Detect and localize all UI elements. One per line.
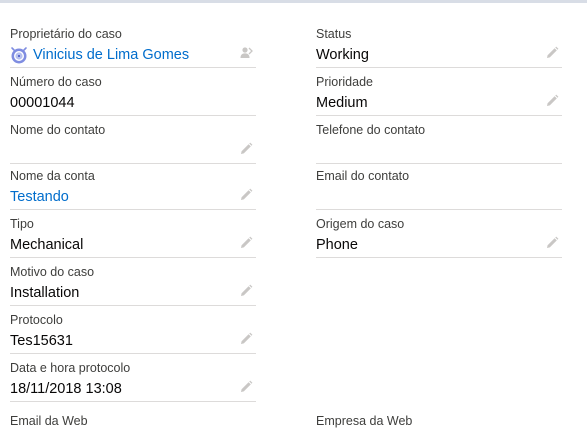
field-label: Email do contato: [316, 169, 410, 183]
type-value: Mechanical: [10, 237, 84, 253]
pencil-icon[interactable]: [239, 188, 253, 202]
protocol-datetime-value: 18/11/2018 13:08: [10, 381, 122, 397]
field-protocol: Protocolo Tes15631: [10, 306, 256, 354]
field-label: Status: [316, 27, 352, 41]
field-label: Prioridade: [316, 75, 373, 89]
field-label: Protocolo: [10, 313, 63, 327]
user-avatar-icon: [11, 47, 27, 64]
pencil-icon[interactable]: [239, 284, 253, 298]
case-number-value: 00001044: [10, 95, 75, 111]
field-label: Motivo do caso: [10, 265, 95, 279]
pencil-icon[interactable]: [239, 332, 253, 346]
field-contact-name: Nome do contato: [10, 116, 256, 164]
field-case-owner: Proprietário do caso Vinicius de Lima Go…: [10, 20, 256, 68]
field-status: Status Working: [316, 20, 562, 68]
pencil-icon[interactable]: [545, 236, 559, 250]
header-border: [0, 0, 587, 3]
field-label: Telefone do contato: [316, 123, 426, 137]
protocol-value: Tes15631: [10, 333, 73, 349]
field-priority: Prioridade Medium: [316, 68, 562, 116]
status-value: Working: [316, 47, 369, 63]
field-label: Tipo: [10, 217, 34, 231]
field-label: Nome da conta: [10, 169, 95, 183]
pencil-icon[interactable]: [545, 46, 559, 60]
pencil-icon[interactable]: [239, 380, 253, 394]
field-protocol-datetime: Data e hora protocolo 18/11/2018 13:08: [10, 354, 256, 402]
field-label-web-email: Email da Web: [10, 414, 88, 428]
pencil-icon[interactable]: [239, 142, 253, 156]
case-owner-link[interactable]: Vinicius de Lima Gomes: [33, 47, 189, 63]
priority-value: Medium: [316, 95, 368, 111]
case-origin-value: Phone: [316, 237, 358, 253]
case-reason-value: Installation: [10, 285, 80, 301]
field-contact-phone: Telefone do contato: [316, 116, 562, 164]
field-case-reason: Motivo do caso Installation: [10, 258, 256, 306]
field-label-web-company: Empresa da Web: [316, 414, 413, 428]
pencil-icon[interactable]: [545, 94, 559, 108]
field-contact-email: Email do contato: [316, 162, 562, 210]
field-label: Número do caso: [10, 75, 102, 89]
field-account-name: Nome da conta Testando: [10, 162, 256, 210]
pencil-icon[interactable]: [239, 236, 253, 250]
field-label: Data e hora protocolo: [10, 361, 131, 375]
field-case-origin: Origem do caso Phone: [316, 210, 562, 258]
field-label: Nome do contato: [10, 123, 106, 137]
account-name-link[interactable]: Testando: [10, 189, 69, 205]
field-type: Tipo Mechanical: [10, 210, 256, 258]
field-label: Proprietário do caso: [10, 27, 122, 41]
change-owner-icon[interactable]: [239, 46, 253, 60]
field-label: Origem do caso: [316, 217, 405, 231]
field-case-number: Número do caso 00001044: [10, 68, 256, 116]
